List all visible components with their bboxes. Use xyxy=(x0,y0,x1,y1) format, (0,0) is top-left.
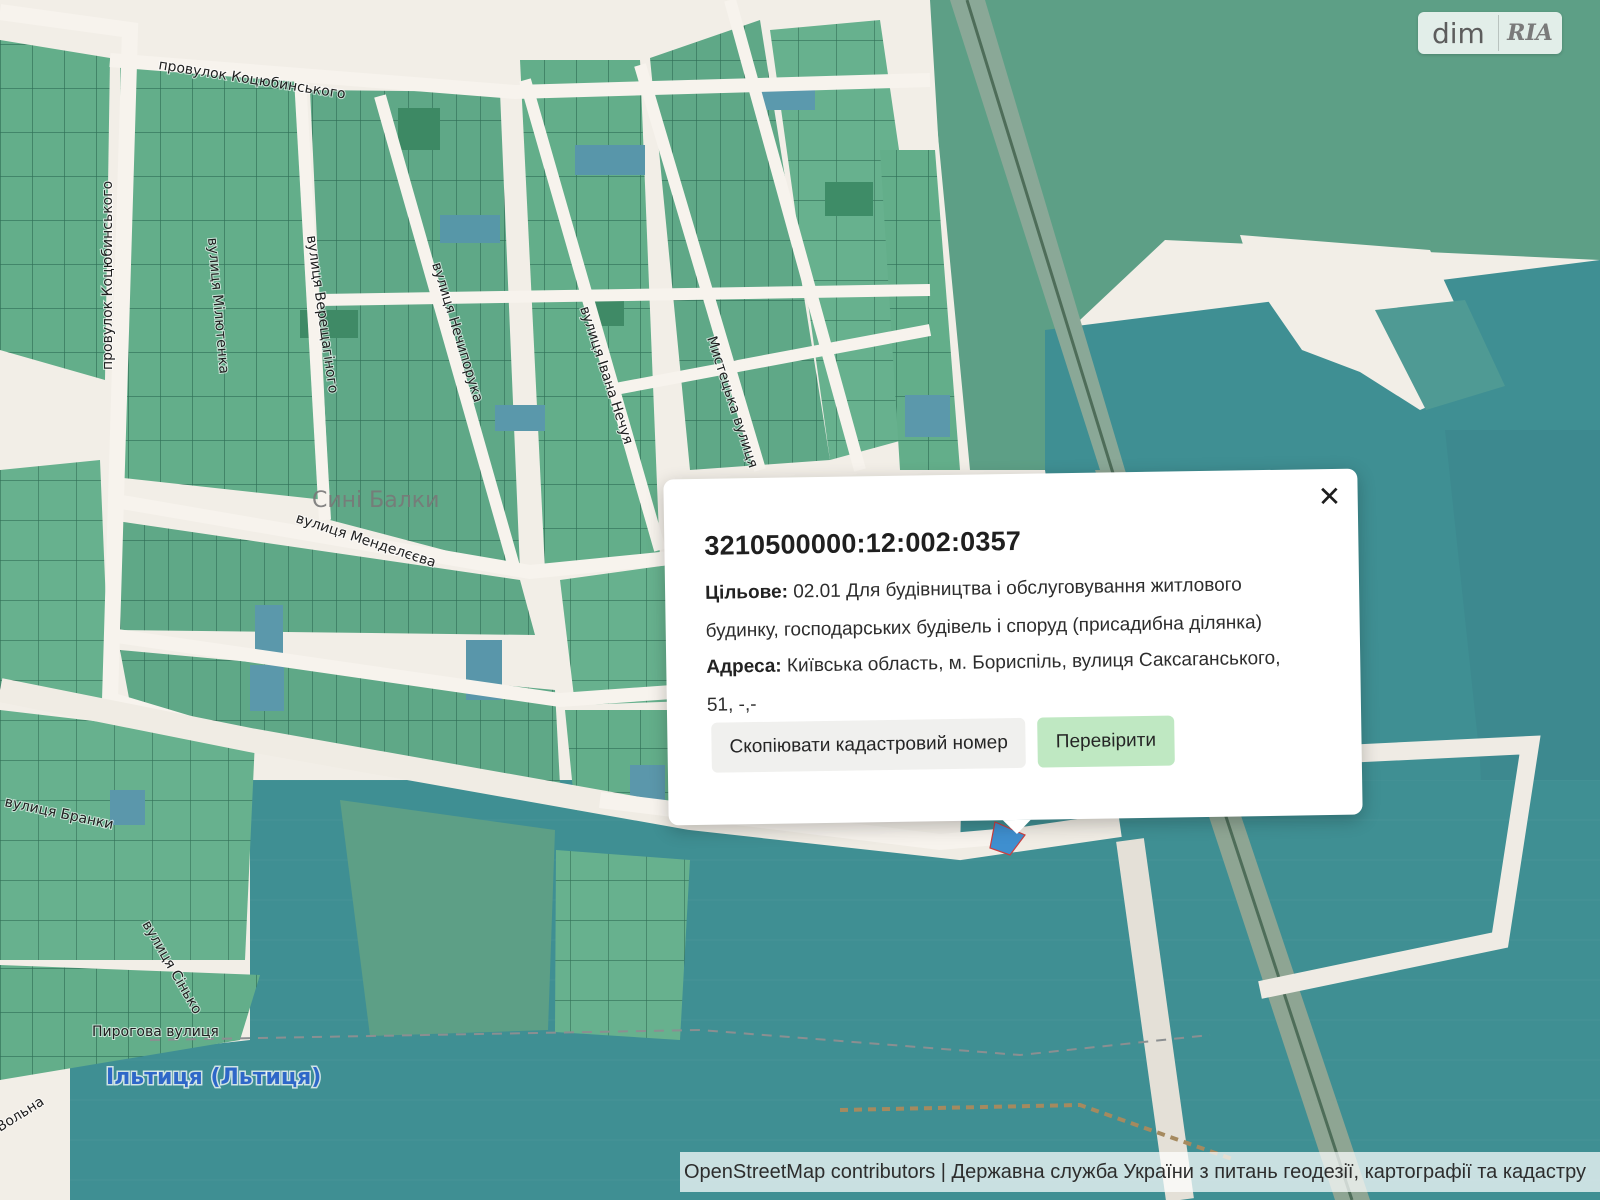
dim-ria-watermark: dim RIA xyxy=(1418,12,1562,54)
water-body-label: Ільтиця (Льтиця) xyxy=(106,1065,321,1090)
address-value: Київська область, м. Бориспіль, вулиця С… xyxy=(706,647,1281,716)
check-button[interactable]: Перевірити xyxy=(1037,715,1175,768)
block-8 xyxy=(0,460,110,700)
address-row: Адреса: Київська область, м. Бориспіль, … xyxy=(706,640,1297,725)
map-viewport[interactable]: провулок Коцюбинського провулок Коцюбинс… xyxy=(0,0,1600,1200)
cadastral-number: 3210500000:12:002:0357 xyxy=(704,525,1022,561)
south-field-west xyxy=(340,800,555,1036)
purpose-label: Цільове: xyxy=(704,581,789,604)
popup-actions: Скопіювати кадастровий номер Перевірити xyxy=(711,715,1175,773)
purpose-value: 02.01 Для будівництва і обслуговування ж… xyxy=(705,574,1263,642)
district-label: Сині Балки xyxy=(312,488,439,513)
map-attribution: OpenStreetMap contributors | Державна сл… xyxy=(680,1152,1600,1192)
parcel-info-popup: ✕ 3210500000:12:002:0357 Цільове: 02.01 … xyxy=(663,468,1363,826)
street-label-kotsiubynskoho-vertical: провулок Коцюбинського xyxy=(100,181,116,370)
dark-green-plot-2 xyxy=(398,108,440,150)
copy-cadastral-number-button[interactable]: Скопіювати кадастровий номер xyxy=(711,717,1027,773)
south-parcels xyxy=(555,850,690,1040)
blue-plot-10 xyxy=(110,790,145,825)
block-13 xyxy=(0,710,255,960)
block-1 xyxy=(0,40,110,380)
dark-green-plot-1 xyxy=(825,182,873,216)
dim-logo-text: dim xyxy=(1432,16,1485,50)
address-label: Адреса: xyxy=(706,655,782,678)
blue-plot-4 xyxy=(495,405,545,431)
purpose-row: Цільове: 02.01 Для будівництва і обслуго… xyxy=(705,566,1296,651)
blue-plot-5 xyxy=(905,395,950,437)
blue-plot-3 xyxy=(440,215,500,243)
blue-plot-1 xyxy=(575,145,645,175)
blue-plot-7 xyxy=(250,665,284,711)
ria-logo-text: RIA xyxy=(1498,15,1561,51)
close-icon[interactable]: ✕ xyxy=(1311,480,1341,513)
street-label-pyrohova: Пирогова вулиця xyxy=(92,1024,219,1040)
